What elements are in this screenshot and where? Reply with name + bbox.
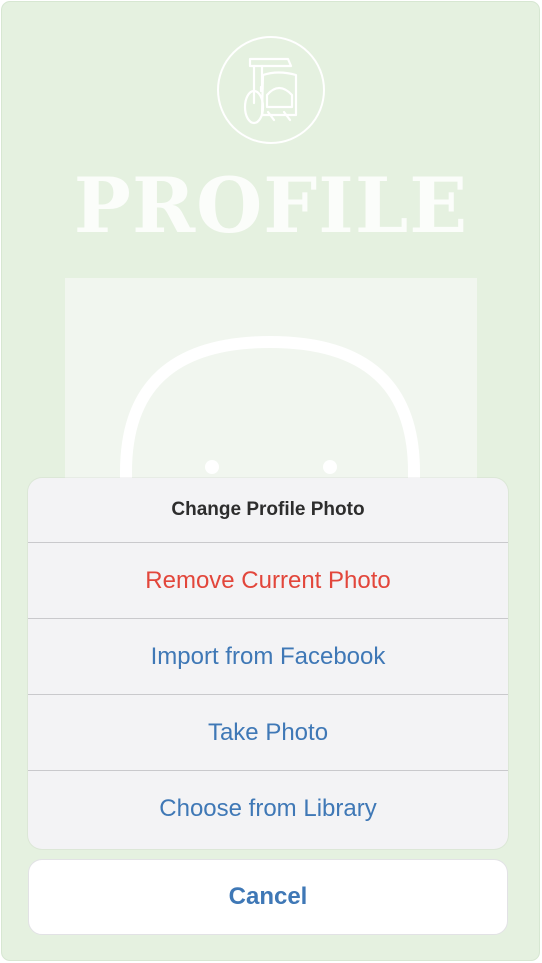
- action-sheet-title: Change Profile Photo: [28, 478, 508, 543]
- choose-from-library-button[interactable]: Choose from Library: [28, 771, 508, 847]
- cancel-button[interactable]: Cancel: [28, 859, 508, 935]
- profile-screen: PROFILE Change Profile Photo Remove Curr…: [0, 0, 542, 963]
- take-photo-button[interactable]: Take Photo: [28, 695, 508, 771]
- change-photo-action-sheet: Change Profile Photo Remove Current Phot…: [28, 478, 508, 849]
- remove-current-photo-button[interactable]: Remove Current Photo: [28, 543, 508, 619]
- import-from-facebook-button[interactable]: Import from Facebook: [28, 619, 508, 695]
